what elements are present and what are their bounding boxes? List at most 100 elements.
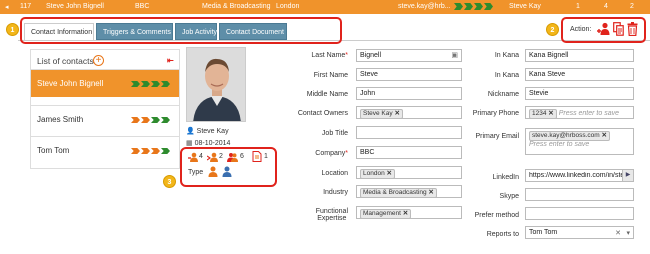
prefer-method-input[interactable] bbox=[525, 207, 634, 220]
phone-placeholder: Press enter to save bbox=[558, 110, 619, 117]
primary-phone-label: Primary Phone bbox=[472, 110, 519, 117]
stat-candidates: 4 bbox=[199, 153, 203, 160]
copy-icon[interactable] bbox=[613, 22, 624, 36]
contact-item-steve[interactable]: Steve John Bignell bbox=[31, 69, 179, 97]
job-title-label: Job Title bbox=[321, 130, 348, 137]
stat-referrals: 2 bbox=[219, 153, 223, 160]
open-link-icon[interactable]: ▶ bbox=[622, 170, 633, 181]
created-date: 08-10-2014 bbox=[194, 140, 231, 147]
last-name-label: Last Name* bbox=[311, 52, 348, 59]
skype-input[interactable] bbox=[525, 188, 634, 201]
middle-name-input[interactable]: John bbox=[356, 87, 462, 100]
profile-photo-image bbox=[187, 48, 245, 121]
nickname-label: Nickname bbox=[487, 91, 519, 98]
phone-chip: 1234 ✕ bbox=[529, 109, 557, 118]
reports-to-label: Reports to bbox=[486, 231, 519, 238]
row-owner: Steve Kay bbox=[509, 3, 541, 10]
assign-user-icon[interactable] bbox=[597, 22, 610, 36]
add-contact-icon[interactable]: + bbox=[93, 55, 104, 66]
expertise-chip: Management ✕ bbox=[360, 209, 412, 218]
location-chip: London ✕ bbox=[360, 169, 395, 178]
remove-chip-icon[interactable]: ✕ bbox=[548, 110, 553, 117]
trash-icon[interactable] bbox=[627, 22, 638, 36]
remove-chip-icon[interactable]: ✕ bbox=[428, 189, 433, 196]
document-icon[interactable] bbox=[252, 151, 262, 162]
remove-chip-icon[interactable]: ✕ bbox=[394, 110, 399, 117]
contact-owners-label: Contact Owners bbox=[297, 110, 348, 117]
clear-select-icon[interactable]: ✕ bbox=[615, 229, 621, 237]
functional-expertise-input[interactable]: Management ✕ bbox=[356, 206, 462, 219]
in-kana-last-label: In Kana bbox=[494, 52, 519, 59]
middle-name-label: Middle Name bbox=[306, 91, 348, 98]
industry-input[interactable]: Media & Broadcasting ✕ bbox=[356, 185, 462, 198]
remove-chip-icon[interactable]: ✕ bbox=[601, 132, 606, 139]
contact-item-james[interactable]: James Smith bbox=[31, 105, 179, 133]
contacts-title: List of contacts bbox=[37, 56, 94, 66]
linkedin-label: LinkedIn bbox=[492, 174, 519, 181]
company-label: Company* bbox=[315, 150, 348, 157]
contact-name: Steve John Bignell bbox=[37, 79, 104, 88]
primary-email-input[interactable]: steve.kay@hrboss.com ✕ Press enter to sa… bbox=[525, 128, 634, 155]
tab-job-activity[interactable]: Job Activity bbox=[175, 23, 217, 40]
first-name-input[interactable]: Steve bbox=[356, 68, 462, 81]
tab-contact-document[interactable]: Contact Document bbox=[219, 23, 287, 40]
in-kana-last-input[interactable]: Kana Bignell bbox=[525, 49, 634, 62]
nickname-input[interactable]: Stevie bbox=[525, 87, 634, 100]
in-kana-first-input[interactable]: Kana Steve bbox=[525, 68, 634, 81]
referral-icon[interactable] bbox=[207, 152, 218, 162]
stat-groups: 6 bbox=[240, 153, 244, 160]
location-input[interactable]: London ✕ bbox=[356, 166, 462, 179]
contact-name: James Smith bbox=[37, 115, 84, 124]
primary-email-label: Primary Email bbox=[475, 133, 519, 140]
contact-card-icon[interactable]: ▣ bbox=[451, 51, 458, 59]
owner-user-icon: 👤 bbox=[186, 128, 195, 135]
industry-chip: Media & Broadcasting ✕ bbox=[360, 188, 437, 197]
candidate-icon[interactable] bbox=[188, 152, 198, 162]
callout-badge-2: 2 bbox=[546, 23, 559, 36]
date-line: ▦ 08-10-2014 bbox=[186, 139, 230, 147]
prefer-method-label: Prefer method bbox=[474, 212, 519, 219]
contact-progress bbox=[131, 117, 171, 123]
contact-progress bbox=[131, 81, 171, 87]
remove-chip-icon[interactable]: ✕ bbox=[387, 170, 392, 177]
row-location: London bbox=[276, 3, 300, 10]
collapse-list-icon[interactable]: ⇤ bbox=[167, 56, 174, 65]
contacts-panel: List of contacts + ⇤ Steve John Bignell … bbox=[30, 49, 180, 169]
profile-photo[interactable] bbox=[186, 47, 246, 122]
location-label: Location bbox=[321, 170, 348, 177]
company-input[interactable]: BBC bbox=[356, 146, 462, 159]
primary-phone-input[interactable]: 1234 ✕ Press enter to save bbox=[525, 106, 634, 119]
contact-summary-row[interactable]: ◂ 117 Steve John Bignell BBC Media & Bro… bbox=[0, 0, 650, 14]
row-company: BBC bbox=[135, 3, 150, 10]
industry-label: Industry bbox=[323, 189, 348, 196]
remove-chip-icon[interactable]: ✕ bbox=[403, 210, 408, 217]
tab-triggers-comments[interactable]: Triggers & Comments bbox=[96, 23, 173, 40]
stat-documents: 1 bbox=[264, 153, 268, 160]
row-email: steve.kay@hrb... bbox=[398, 3, 451, 10]
row-expand-icon[interactable]: ◂ bbox=[5, 3, 9, 11]
contact-owners-input[interactable]: Steve Kay ✕ bbox=[356, 106, 462, 119]
job-title-input[interactable] bbox=[356, 126, 462, 139]
skype-label: Skype bbox=[499, 193, 519, 200]
linkedin-input[interactable]: https://www.linkedin.com/in/ste ▶ bbox=[525, 169, 634, 182]
contact-item-tom[interactable]: Tom Tom bbox=[31, 136, 179, 164]
callout-badge-3: 3 bbox=[163, 175, 176, 188]
row-col3: 2 bbox=[630, 3, 634, 10]
action-label: Action: bbox=[570, 26, 592, 33]
row-col1: 1 bbox=[576, 3, 580, 10]
last-name-input[interactable]: Bignell ▣ bbox=[356, 49, 462, 62]
client-type-icon[interactable] bbox=[208, 166, 218, 177]
row-progress bbox=[454, 3, 494, 11]
tab-contact-information[interactable]: Contact Information bbox=[24, 23, 94, 40]
callout-badge-1: 1 bbox=[6, 23, 19, 36]
contact-name: Tom Tom bbox=[37, 146, 70, 155]
candidate-type-icon[interactable] bbox=[222, 166, 232, 177]
email-chip: steve.kay@hrboss.com ✕ bbox=[529, 131, 610, 141]
owner-line: 👤 Steve Kay bbox=[186, 127, 229, 135]
reports-to-select[interactable]: Tom Tom ✕ ▾ bbox=[525, 226, 634, 239]
type-label: Type bbox=[188, 169, 204, 176]
row-name: Steve John Bignell bbox=[46, 3, 104, 10]
owner-chip: Steve Kay ✕ bbox=[360, 109, 403, 118]
group-icon[interactable] bbox=[227, 152, 238, 162]
chevron-down-icon[interactable]: ▾ bbox=[626, 229, 630, 237]
